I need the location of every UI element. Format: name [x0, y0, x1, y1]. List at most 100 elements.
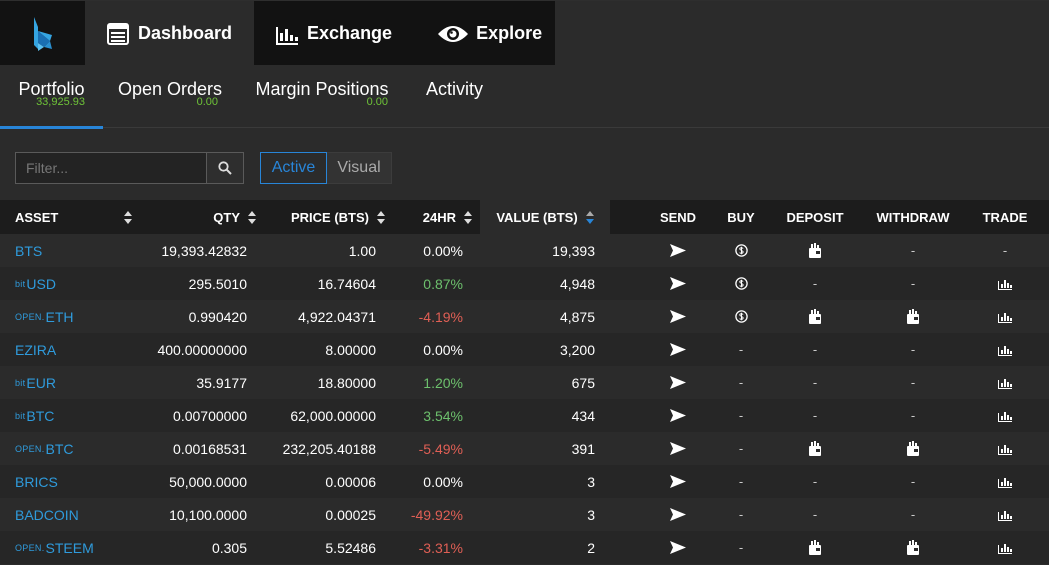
- deposit-button[interactable]: [795, 531, 835, 564]
- buy-button[interactable]: [721, 234, 761, 267]
- trade-button[interactable]: [985, 531, 1025, 564]
- trade-button[interactable]: [985, 333, 1025, 366]
- withdraw-empty: -: [910, 276, 916, 291]
- send-button[interactable]: [658, 267, 698, 300]
- tab-portfolio-value: 33,925.93: [36, 96, 85, 108]
- asset-prefix: OPEN.: [15, 542, 45, 553]
- tab-margin-positions-value: 0.00: [366, 96, 388, 108]
- buy-empty: -: [738, 507, 744, 522]
- send-button[interactable]: [658, 531, 698, 564]
- filter-input[interactable]: [16, 153, 207, 183]
- send-icon: [670, 343, 686, 356]
- deposit-icon: [808, 440, 822, 457]
- asset-link[interactable]: bit BTC: [15, 399, 54, 432]
- nav-exchange[interactable]: Exchange: [254, 1, 414, 66]
- deposit-button[interactable]: [795, 300, 835, 333]
- buy-empty: -: [738, 342, 744, 357]
- tab-open-orders[interactable]: Open Orders 0.00: [103, 65, 237, 128]
- price-cell: 0.00006: [325, 473, 376, 490]
- visual-view-button[interactable]: Visual: [327, 152, 392, 184]
- header-price[interactable]: PRICE (BTS): [270, 200, 385, 234]
- asset-link[interactable]: OPEN. BTC: [15, 432, 74, 465]
- trade-button[interactable]: [985, 300, 1025, 333]
- table-row: OPEN. ETH 0.990420 4,922.04371 -4.19% 4,875: [0, 300, 1049, 333]
- send-icon: [670, 244, 686, 257]
- header-buy-label: BUY: [727, 209, 755, 225]
- header-value[interactable]: VALUE (BTS): [480, 200, 610, 234]
- send-button[interactable]: [658, 366, 698, 399]
- header-asset[interactable]: ASSET: [15, 200, 132, 234]
- asset-symbol: USD: [26, 275, 56, 292]
- withdraw-button[interactable]: [893, 531, 933, 564]
- value-cell: 2: [587, 539, 595, 556]
- buy-empty: -: [738, 540, 744, 555]
- asset-link[interactable]: OPEN. STEEM: [15, 531, 94, 564]
- tab-activity[interactable]: Activity: [407, 65, 502, 128]
- account-subtabs: Portfolio 33,925.93 Open Orders 0.00 Mar…: [0, 65, 1049, 129]
- header-trade-label: TRADE: [982, 209, 1028, 225]
- topbar-spacer: [555, 1, 1049, 66]
- main-nav: Dashboard Exchange Explore: [85, 1, 564, 66]
- qty-cell: 35.9177: [196, 374, 247, 391]
- trade-button[interactable]: [985, 399, 1025, 432]
- table-row: bit USD 295.5010 16.74604 0.87% 4,948 - -: [0, 267, 1049, 300]
- trade-button[interactable]: [985, 267, 1025, 300]
- buy-button[interactable]: [721, 267, 761, 300]
- send-button[interactable]: [658, 234, 698, 267]
- header-withdraw: WITHDRAW: [868, 200, 958, 234]
- asset-link[interactable]: OPEN. ETH: [15, 300, 74, 333]
- send-icon: [670, 442, 686, 455]
- price-cell: 0.00025: [325, 506, 376, 523]
- send-button[interactable]: [658, 465, 698, 498]
- sort-icon: [464, 210, 472, 224]
- asset-link[interactable]: bit EUR: [15, 366, 56, 399]
- asset-link[interactable]: BRICS: [15, 465, 58, 498]
- header-deposit-label: DEPOSIT: [786, 209, 844, 225]
- value-cell: 4,875: [559, 308, 595, 325]
- nav-explore[interactable]: Explore: [414, 1, 564, 66]
- tab-portfolio[interactable]: Portfolio 33,925.93: [0, 65, 103, 129]
- asset-link[interactable]: bit USD: [15, 267, 56, 300]
- deposit-empty: -: [812, 408, 818, 423]
- withdraw-button[interactable]: [893, 432, 933, 465]
- send-button[interactable]: [658, 300, 698, 333]
- header-qty-label: QTY: [213, 209, 240, 225]
- value-cell: 675: [571, 374, 595, 391]
- search-button[interactable]: [207, 153, 243, 183]
- send-button[interactable]: [658, 399, 698, 432]
- table-row: OPEN. STEEM 0.305 5.52486 -3.31% 2 -: [0, 531, 1049, 564]
- send-button[interactable]: [658, 432, 698, 465]
- change-cell: -4.19%: [418, 308, 463, 325]
- trade-button[interactable]: [985, 432, 1025, 465]
- send-button[interactable]: [658, 333, 698, 366]
- asset-symbol: EUR: [26, 374, 56, 391]
- tab-margin-positions[interactable]: Margin Positions 0.00: [237, 65, 407, 128]
- header-24hr[interactable]: 24HR: [400, 200, 472, 234]
- deposit-button[interactable]: [795, 432, 835, 465]
- withdraw-button[interactable]: [893, 300, 933, 333]
- trade-chart-icon: [998, 278, 1012, 290]
- sort-icon: [377, 210, 385, 224]
- change-cell: -49.92%: [410, 506, 463, 523]
- asset-link[interactable]: BTS: [15, 234, 42, 267]
- asset-link[interactable]: EZIRA: [15, 333, 56, 366]
- header-qty[interactable]: QTY: [190, 200, 256, 234]
- asset-symbol: BTC: [45, 440, 74, 457]
- change-cell: -5.49%: [418, 440, 463, 457]
- trade-button[interactable]: [985, 366, 1025, 399]
- trade-chart-icon: [998, 311, 1012, 323]
- bitshares-logo[interactable]: [0, 1, 85, 66]
- send-button[interactable]: [658, 498, 698, 531]
- withdraw-empty: -: [910, 408, 916, 423]
- withdraw-icon: [906, 440, 920, 457]
- deposit-button[interactable]: [795, 234, 835, 267]
- nav-exchange-label: Exchange: [307, 23, 393, 43]
- active-view-button[interactable]: Active: [260, 152, 327, 184]
- nav-dashboard[interactable]: Dashboard: [85, 1, 255, 66]
- buy-button[interactable]: [721, 300, 761, 333]
- trade-button[interactable]: [985, 465, 1025, 498]
- trade-button[interactable]: [985, 498, 1025, 531]
- price-cell: 16.74604: [317, 275, 376, 292]
- deposit-empty: -: [812, 507, 818, 522]
- asset-link[interactable]: BADCOIN: [15, 498, 79, 531]
